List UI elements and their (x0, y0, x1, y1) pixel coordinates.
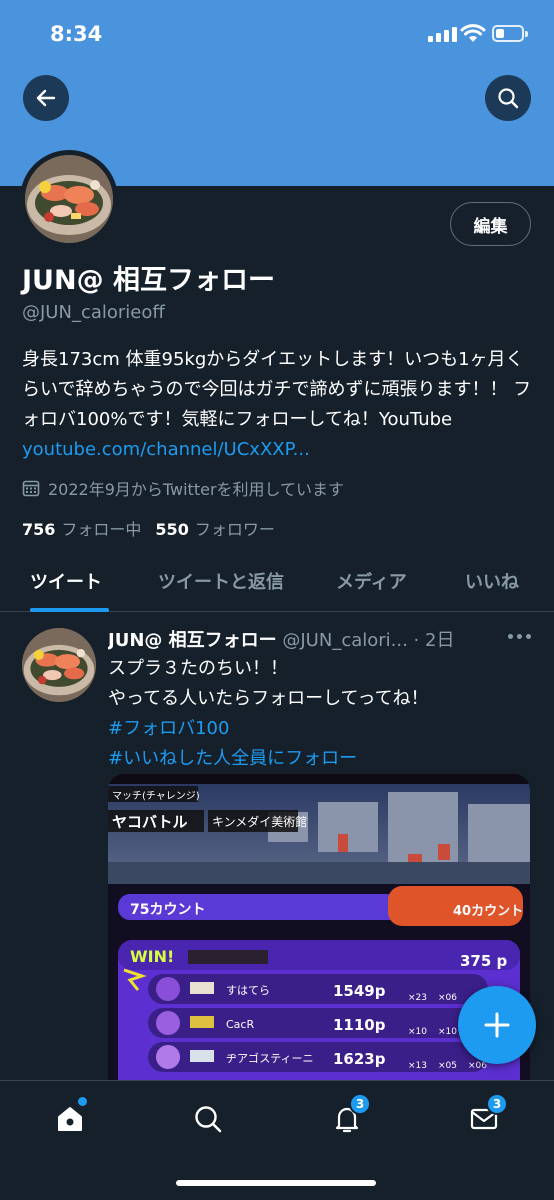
home-icon (58, 1107, 82, 1131)
tab-likes[interactable]: いいね (465, 568, 519, 594)
profile-avatar[interactable] (20, 150, 118, 248)
tab-media[interactable]: メディア (336, 568, 407, 594)
player-specials: ×10 (438, 1027, 457, 1037)
joined-date: 2022年9月からTwitterを利用しています (22, 476, 344, 500)
nav-home[interactable] (50, 1097, 90, 1139)
bottom-nav-bar: 3 3 (0, 1080, 554, 1200)
team-count-left: 75カウント (130, 902, 205, 918)
player-row: すはてら 1549p ×23 ×06 (148, 974, 488, 1004)
following-link[interactable]: 756 フォロー中 (22, 516, 141, 540)
home-indicator (176, 1180, 376, 1186)
player-points: 1623p (333, 1050, 386, 1068)
profile-name: JUN@ 相互フォロー (22, 265, 275, 296)
search-icon (195, 1106, 222, 1133)
player-specials: ×05 (438, 1061, 457, 1071)
search-button[interactable] (485, 75, 531, 121)
plus-icon (484, 1012, 510, 1038)
tweet-handle-time: @JUN_calori... · 2日 (276, 630, 455, 651)
more-options-icon[interactable] (508, 634, 531, 639)
player-specials: ×06 (438, 993, 457, 1003)
team-points: 375 p (460, 952, 508, 970)
bio-link[interactable]: youtube.com/channel/UCxXXP... (22, 439, 310, 460)
tab-tweets-replies[interactable]: ツイートと返信 (158, 568, 284, 594)
messages-badge: 3 (486, 1093, 508, 1115)
sashimi-photo (25, 155, 113, 243)
tweet-header: JUN@ 相互フォロー @JUN_calori... · 2日 (108, 626, 500, 652)
followers-link[interactable]: 550 フォロワー (155, 516, 274, 540)
player-row: CacR 1110p ×10 ×10 (148, 1008, 488, 1038)
bio-text: 身長173cm 体重95kgからダイエットします！いつも1ヶ月くらいで辞めちゃう… (22, 349, 532, 430)
battery-icon (492, 25, 528, 42)
tweet-line: やってる人いたらフォローしてってね！ (108, 688, 429, 709)
status-time: 8:34 (50, 22, 103, 46)
back-button[interactable] (23, 75, 69, 121)
player-extra: ×06 (468, 1061, 487, 1071)
win-label: WIN! (130, 947, 174, 966)
player-name: ヂアゴスティーニ (226, 1051, 314, 1065)
team-count-right: 40カウント (453, 904, 523, 919)
player-kills: ×13 (408, 1061, 427, 1071)
tweet-author-name[interactable]: JUN@ 相互フォロー (108, 630, 277, 651)
search-icon (498, 88, 519, 109)
hashtag-link[interactable]: #フォロバ100 (108, 714, 528, 744)
tweet-text: スプラ３たのちい！！ やってる人いたらフォローしてってね！ #フォロバ100 #… (108, 654, 528, 774)
tab-tweets[interactable]: ツイート (30, 568, 102, 594)
nav-notifications[interactable]: 3 (327, 1093, 371, 1139)
new-content-dot (78, 1097, 87, 1106)
hashtag-link[interactable]: #いいねした人全員にフォロー (108, 744, 528, 774)
calendar-icon (22, 480, 40, 497)
player-points: 1549p (333, 982, 386, 1000)
back-arrow-icon (36, 89, 56, 107)
tweet-avatar[interactable] (22, 628, 96, 702)
nav-messages[interactable]: 3 (464, 1093, 508, 1139)
tweet-line: スプラ３たのちい！！ (108, 658, 288, 679)
status-bar: 8:34 (0, 0, 554, 64)
player-kills: ×23 (408, 993, 427, 1003)
profile-bio: 身長173cm 体重95kgからダイエットします！いつも1ヶ月くらいで辞めちゃう… (22, 345, 534, 465)
match-type-label: マッチ(チャレンジ) (112, 790, 200, 802)
joined-text: 2022年9月からTwitterを利用しています (48, 480, 345, 499)
follow-stats: 756 フォロー中 550 フォロワー (22, 516, 275, 540)
edit-profile-button[interactable]: 編集 (450, 202, 531, 246)
wifi-icon (460, 24, 486, 42)
player-name: CacR (226, 1018, 254, 1031)
signal-icon (428, 27, 457, 42)
player-row: ヂアゴスティーニ 1623p ×13 ×05 ×06 (148, 1042, 488, 1072)
nav-search[interactable] (188, 1099, 228, 1139)
notifications-badge: 3 (349, 1093, 371, 1115)
profile-tabs: ツイート ツイートと返信 メディア いいね (0, 556, 554, 612)
stage-name-label: キンメダイ美術館 (212, 814, 307, 829)
compose-tweet-button[interactable] (458, 986, 536, 1064)
player-points: 1110p (333, 1016, 386, 1034)
sashimi-photo (22, 628, 96, 702)
battle-mode-label: ヤコバトル (112, 813, 187, 831)
player-kills: ×10 (408, 1027, 427, 1037)
profile-handle: @JUN_calorieoff (22, 302, 165, 323)
player-name: すはてら (226, 984, 270, 997)
